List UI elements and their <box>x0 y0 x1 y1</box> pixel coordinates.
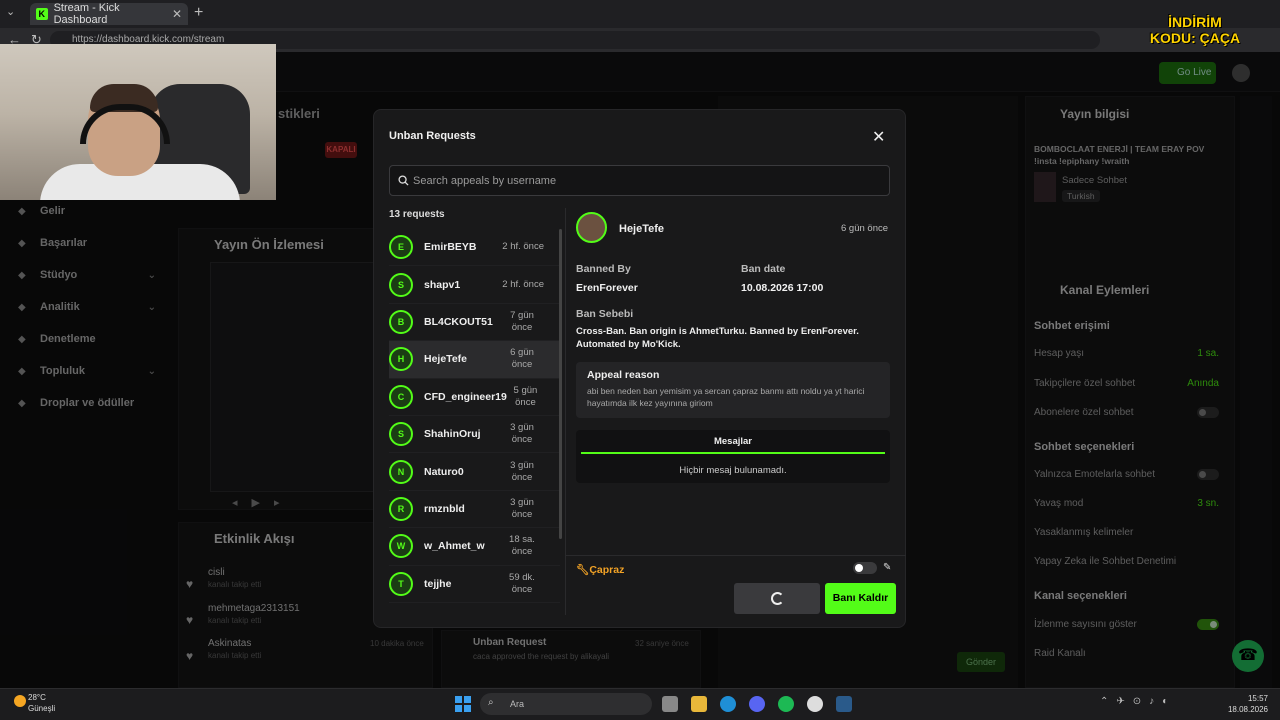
request-time: 2 hf. önce <box>502 278 544 290</box>
avatar: E <box>389 235 413 260</box>
request-username: rmznbld <box>424 502 465 515</box>
request-username: w_Ahmet_w <box>424 540 485 553</box>
request-time: 18 sa. önce <box>509 534 535 558</box>
request-username: shapv1 <box>424 278 461 291</box>
list-scrollbar[interactable] <box>559 229 562 539</box>
messages-empty-text: Hiçbir mesaj bulunamadı. <box>679 465 787 476</box>
tab-list-icon[interactable]: ⌄ <box>6 5 15 18</box>
loading-button[interactable] <box>734 583 820 614</box>
request-username: HejeTefe <box>424 353 467 366</box>
sun-icon <box>14 695 26 707</box>
request-row[interactable]: B BL4CKOUT51 7 gün önce <box>389 304 560 342</box>
promo-overlay-text: İNDİRİM KODU: ÇAÇA <box>1149 14 1241 46</box>
edge-icon[interactable] <box>720 696 736 712</box>
request-time: 7 gün önce <box>510 309 534 333</box>
detail-username: HejeTefe <box>619 223 665 235</box>
kick-favicon-icon: K <box>36 8 48 20</box>
appeal-label: Appeal reason <box>587 369 660 381</box>
request-row[interactable]: N Naturo0 3 gün önce <box>389 453 560 491</box>
detail-separator <box>566 555 906 556</box>
system-tray[interactable]: ⌃✈⊙♪◐ <box>1100 696 1176 707</box>
ban-date-label: Ban date <box>741 263 786 275</box>
request-time: 2 hf. önce <box>502 241 544 253</box>
modal-divider <box>565 208 566 615</box>
request-row[interactable]: S ShahinOruj 3 gün önce <box>389 416 560 454</box>
discord-icon[interactable] <box>749 696 765 712</box>
messages-box: Mesajlar Hiçbir mesaj bulunamadı. <box>576 430 890 483</box>
appeal-box: Appeal reason abi ben neden ban yemisim … <box>576 362 890 418</box>
avatar: H <box>389 347 413 372</box>
cross-ban-toggle[interactable] <box>853 562 877 574</box>
request-row[interactable]: Sshapv1 2 hf. önce <box>389 266 560 304</box>
weather-widget[interactable]: 28°C Güneşli <box>14 692 55 714</box>
new-tab-icon[interactable]: + <box>194 4 203 22</box>
taskbar-apps <box>662 696 852 712</box>
avatar: C <box>389 384 413 409</box>
request-username: Naturo0 <box>424 465 464 478</box>
request-username: EmirBEYB <box>424 241 477 254</box>
webcam-overlay <box>0 44 276 200</box>
browser-tab-title: Stream - Kick Dashboard <box>53 2 120 26</box>
spinner-icon <box>770 592 784 605</box>
avatar: S <box>389 272 413 297</box>
pencil-icon[interactable]: ✎ <box>883 562 891 573</box>
close-tab-icon[interactable]: ✕ <box>172 7 182 21</box>
browser-tab[interactable]: K Stream - Kick Dashboard ✕ <box>30 2 188 26</box>
chrome-icon[interactable] <box>807 696 823 712</box>
ban-reason-label: Ban Sebebi <box>576 308 634 320</box>
banned-by-label: Banned By <box>576 263 631 275</box>
ban-reason-text: Cross-Ban. Ban origin is AhmetTurku. Ban… <box>576 326 859 350</box>
request-row[interactable]: E EmirBEYB 2 hf. önce <box>389 229 560 267</box>
wrench-icon: 🔧︎ <box>576 564 590 576</box>
request-list: E EmirBEYB 2 hf. önce Sshapv1 2 hf. önce B BL4… <box>389 229 560 615</box>
file-explorer-icon[interactable] <box>691 696 707 712</box>
request-row[interactable]: Rrmznbld 3 gün önce <box>389 491 560 529</box>
detail-time: 6 gün önce <box>841 223 889 234</box>
request-row[interactable]: Ww_Ahmet_w 18 sa. önce <box>389 528 560 566</box>
avatar: T <box>389 571 413 596</box>
search-box[interactable] <box>389 165 890 196</box>
avatar: N <box>389 459 413 484</box>
search-input[interactable] <box>413 174 873 187</box>
request-time: 3 gün önce <box>510 459 534 483</box>
tab-messages[interactable]: Mesajlar <box>576 436 890 447</box>
clock[interactable]: 15:57 18.08.2026 <box>1226 693 1268 715</box>
request-row[interactable]: H HejeTefe 6 gün önce <box>389 341 560 379</box>
tab-underline <box>581 452 885 454</box>
request-time: 6 gün önce <box>510 347 534 371</box>
taskbar-search[interactable]: Ara <box>480 693 652 715</box>
request-username: tejjhe <box>424 577 452 590</box>
steam-icon[interactable] <box>836 696 852 712</box>
banned-by-value: ErenForever <box>576 282 638 294</box>
appeal-text: abi ben neden ban yemisim ya sercan çapr… <box>587 386 865 408</box>
windows-start-icon[interactable] <box>455 696 471 712</box>
search-icon: ⌕ <box>488 697 494 708</box>
avatar: W <box>389 534 413 559</box>
task-view-icon[interactable] <box>662 696 678 712</box>
close-icon[interactable]: ✕ <box>872 127 885 147</box>
request-username: CFD_engineer19 <box>424 390 507 403</box>
request-username: BL4CKOUT51 <box>424 315 493 328</box>
avatar: R <box>389 496 413 521</box>
ban-date-value: 10.08.2026 17:00 <box>741 282 824 294</box>
spotify-icon[interactable] <box>778 696 794 712</box>
avatar <box>576 212 607 243</box>
unban-button[interactable]: Banı Kaldır <box>825 583 896 614</box>
avatar: S <box>389 422 413 447</box>
request-username: ShahinOruj <box>424 428 481 441</box>
browser-tab-bar <box>0 0 1280 28</box>
request-time: 3 gün önce <box>510 496 534 520</box>
cross-ban-label: 🔧︎Çapraz <box>576 564 625 576</box>
request-time: 3 gün önce <box>510 422 534 446</box>
request-time: 5 gün önce <box>513 384 538 408</box>
request-time: 59 dk. önce <box>509 571 535 595</box>
request-count: 13 requests <box>389 209 445 220</box>
modal-title: Unban Requests <box>389 130 476 142</box>
request-row[interactable]: Ttejjhe 59 dk. önce <box>389 566 560 603</box>
search-icon <box>398 175 409 186</box>
request-row[interactable]: C CFD_engineer19 5 gün önce <box>389 379 560 416</box>
avatar: B <box>389 309 413 334</box>
